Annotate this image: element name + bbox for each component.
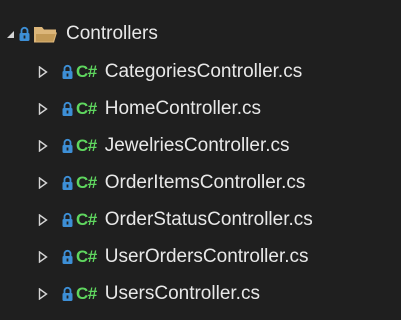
file-row[interactable]: C# HomeController.cs [0, 90, 401, 127]
file-label: CategoriesController.cs [104, 60, 303, 82]
file-label: OrderItemsController.cs [104, 171, 306, 193]
expanded-triangle-icon[interactable] [3, 25, 17, 43]
lock-icon [60, 174, 74, 192]
file-row[interactable]: C# JewelriesController.cs [0, 127, 401, 164]
lock-icon [60, 285, 74, 303]
folder-row-controllers[interactable]: Controllers [0, 15, 401, 52]
file-row[interactable]: C# OrderStatusController.cs [0, 201, 401, 238]
collapsed-triangle-icon[interactable] [36, 100, 50, 118]
lock-icon [60, 100, 74, 118]
collapsed-triangle-icon[interactable] [36, 211, 50, 229]
file-label: UserOrdersController.cs [104, 245, 309, 267]
lock-icon [60, 63, 74, 81]
collapsed-triangle-icon[interactable] [36, 137, 50, 155]
file-label: JewelriesController.cs [104, 134, 290, 156]
folder-open-icon [33, 24, 59, 44]
csharp-file-icon: C# [76, 135, 97, 155]
file-row[interactable]: C# UserOrdersController.cs [0, 238, 401, 275]
csharp-file-icon: C# [76, 61, 97, 81]
collapsed-triangle-icon[interactable] [36, 248, 50, 266]
solution-explorer-tree: Controllers C# CategoriesController.cs C… [0, 0, 401, 320]
lock-icon [17, 25, 31, 43]
csharp-file-icon: C# [76, 172, 97, 192]
csharp-file-icon: C# [76, 209, 97, 229]
csharp-file-icon: C# [76, 283, 97, 303]
file-label: UsersController.cs [104, 282, 260, 304]
csharp-file-icon: C# [76, 246, 97, 266]
file-row[interactable]: C# UsersController.cs [0, 275, 401, 312]
file-label: HomeController.cs [104, 97, 262, 119]
collapsed-triangle-icon[interactable] [36, 285, 50, 303]
lock-icon [60, 248, 74, 266]
collapsed-triangle-icon[interactable] [36, 174, 50, 192]
lock-icon [60, 211, 74, 229]
folder-label: Controllers [66, 22, 158, 44]
file-label: OrderStatusController.cs [104, 208, 313, 230]
lock-icon [60, 137, 74, 155]
collapsed-triangle-icon[interactable] [36, 63, 50, 81]
file-row[interactable]: C# CategoriesController.cs [0, 53, 401, 90]
file-row[interactable]: C# OrderItemsController.cs [0, 164, 401, 201]
csharp-file-icon: C# [76, 98, 97, 118]
